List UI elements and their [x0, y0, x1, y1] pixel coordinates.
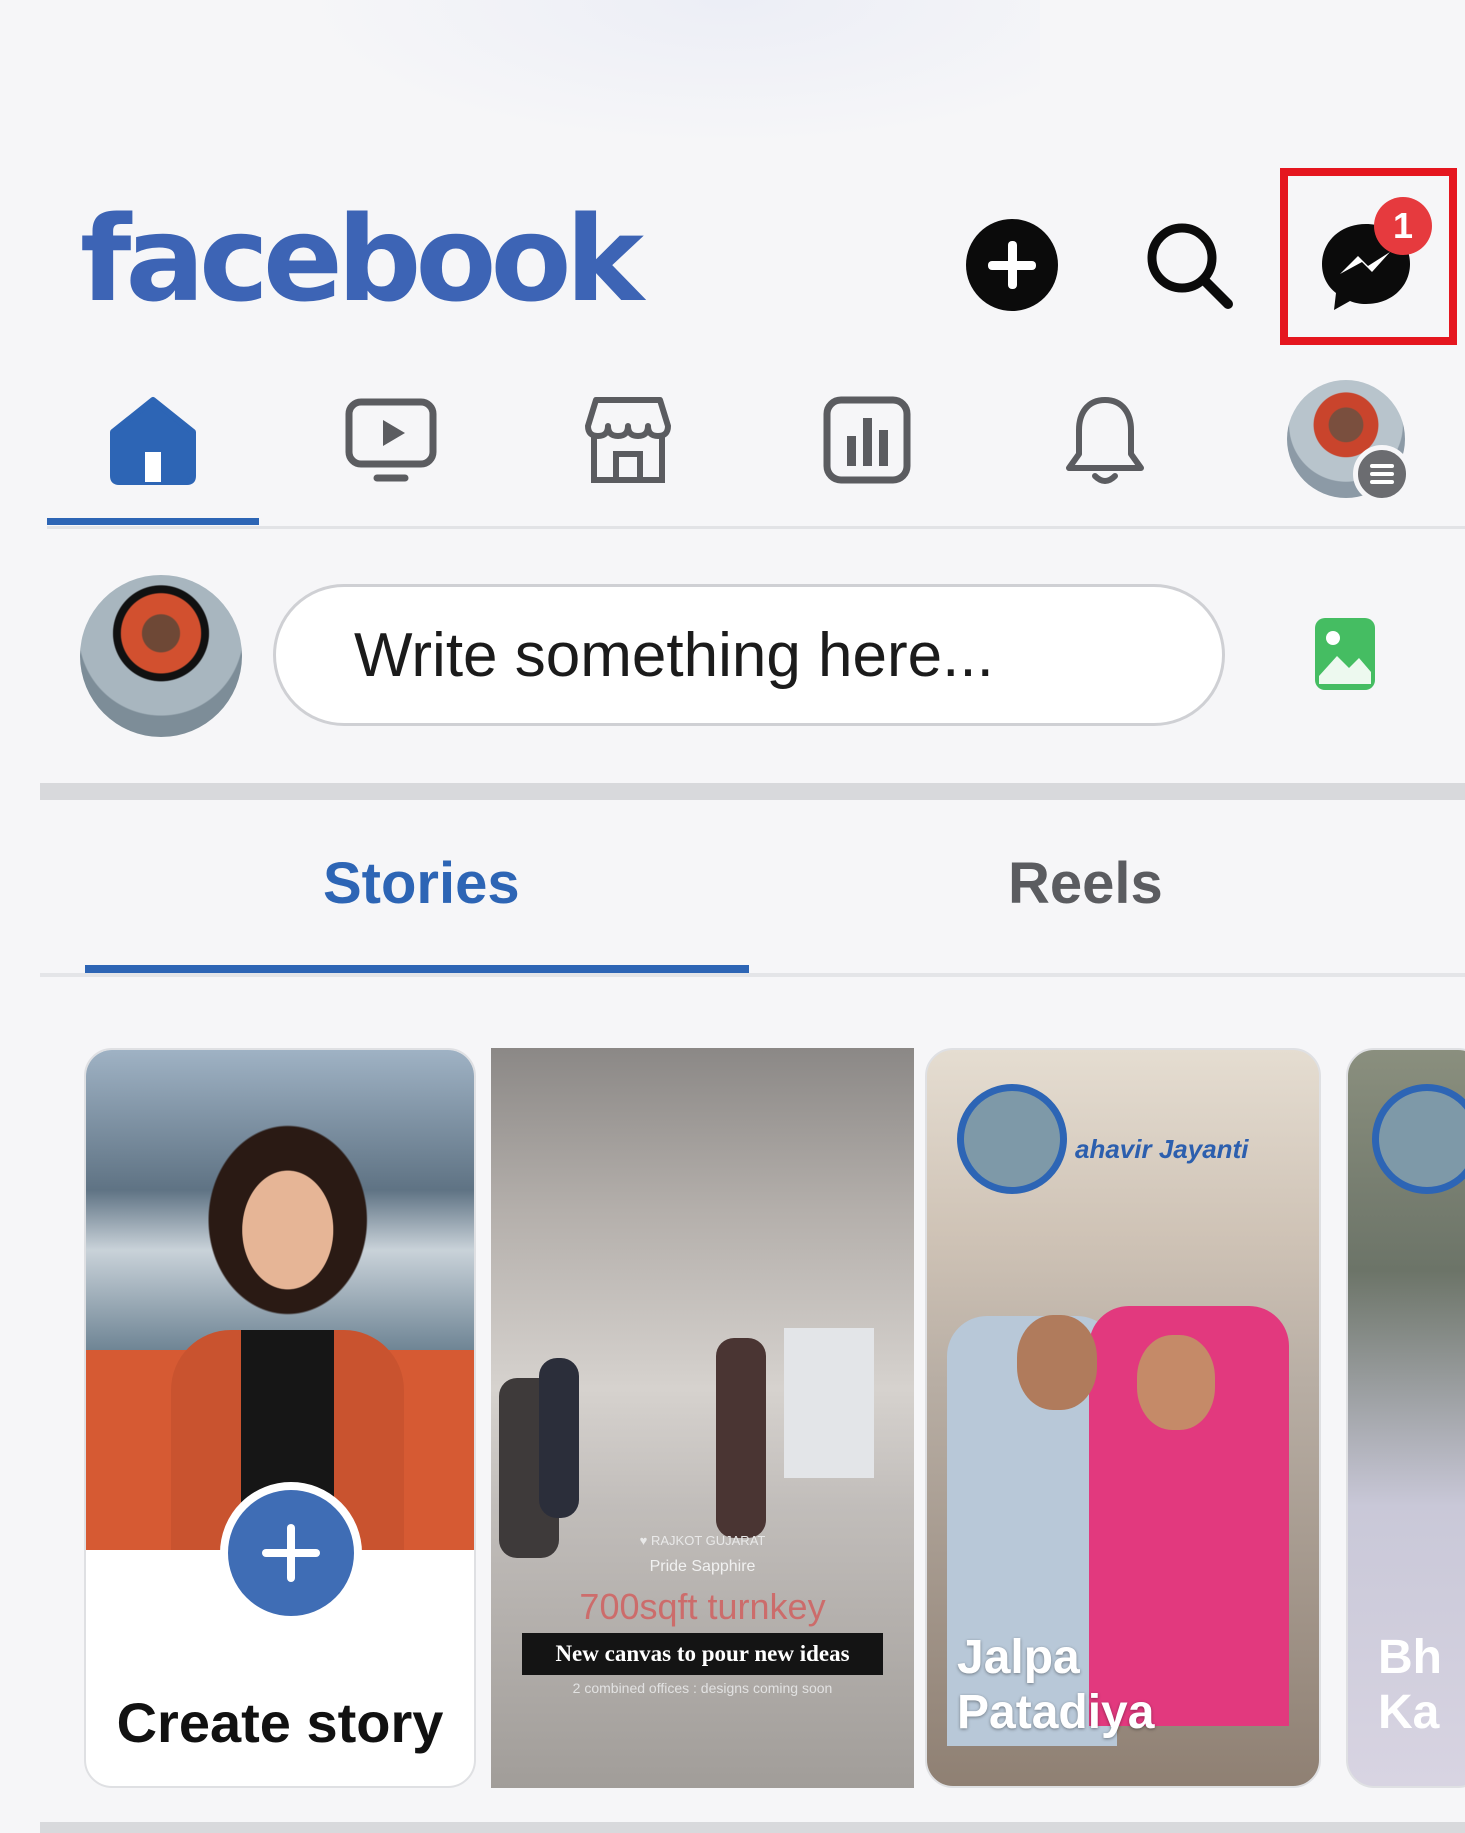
story-author-name: Bh Ka	[1378, 1630, 1442, 1740]
menu-icon[interactable]	[1353, 445, 1411, 503]
tab-reels[interactable]: Reels	[1008, 850, 1163, 917]
tab-stories[interactable]: Stories	[323, 850, 520, 917]
story-card[interactable]: ahavir Jayanti Jalpa Patadiya	[925, 1048, 1321, 1788]
add-photo-button[interactable]	[1313, 616, 1377, 692]
story-face	[1137, 1335, 1215, 1430]
home-icon	[110, 397, 196, 485]
story-figure	[539, 1358, 579, 1518]
section-divider	[40, 1822, 1465, 1833]
story-headline: 700sqft turnkey	[579, 1586, 826, 1627]
divider	[47, 526, 1465, 529]
create-story-card[interactable]: Create story	[84, 1048, 476, 1788]
facebook-logo[interactable]: facebook	[80, 200, 644, 318]
story-author-name-line: Patadiya	[957, 1686, 1155, 1740]
add-story-button[interactable]	[220, 1482, 362, 1624]
post-composer-input[interactable]: Write something here...	[273, 584, 1225, 726]
nav-video[interactable]	[331, 385, 451, 495]
story-author-avatar[interactable]	[1372, 1084, 1465, 1194]
feeds-icon	[823, 396, 911, 484]
story-author-name-line: Bh	[1378, 1631, 1442, 1684]
story-author-name: Jalpa Patadiya	[957, 1630, 1154, 1740]
story-location: ♥ RAJKOT GUJARAT	[639, 1533, 766, 1548]
section-divider	[40, 783, 1465, 800]
nav-home[interactable]	[93, 385, 213, 495]
photo-icon	[1315, 618, 1375, 690]
plus-icon	[262, 1524, 320, 1582]
nav-notifications[interactable]	[1045, 385, 1165, 495]
tab-active-indicator	[85, 965, 749, 973]
top-fade	[260, 0, 1040, 160]
story-author-name-line: Ka	[1378, 1686, 1440, 1740]
story-caption: New canvas to pour new ideas	[522, 1633, 883, 1675]
nav-active-indicator	[47, 518, 259, 525]
story-figure	[716, 1338, 766, 1538]
story-place-name: Pride Sapphire	[649, 1558, 756, 1575]
nav-marketplace[interactable]	[568, 385, 688, 495]
create-button[interactable]	[966, 219, 1058, 311]
story-face	[1017, 1315, 1097, 1410]
story-subcaption: 2 combined offices : designs coming soon	[572, 1680, 833, 1696]
marketplace-icon	[585, 397, 671, 483]
messenger-badge: 1	[1374, 197, 1432, 255]
search-icon	[1147, 223, 1233, 309]
story-tag: ahavir Jayanti	[1075, 1134, 1249, 1164]
composer-avatar[interactable]	[80, 575, 242, 737]
divider	[40, 973, 1465, 977]
search-button[interactable]	[1142, 218, 1236, 312]
nav-feeds[interactable]	[807, 385, 927, 495]
story-card[interactable]: Bh Ka	[1346, 1048, 1465, 1788]
bell-icon	[1066, 397, 1144, 484]
story-image-window	[784, 1328, 874, 1478]
plus-icon	[988, 241, 1036, 289]
story-author-name-line: Jalpa	[957, 1631, 1080, 1684]
story-card[interactable]: ♥ RAJKOT GUJARAT Pride Sapphire 700sqft …	[491, 1048, 914, 1788]
create-story-photo	[86, 1050, 474, 1550]
story-author-avatar[interactable]	[957, 1084, 1067, 1194]
create-story-label: Create story	[116, 1691, 444, 1754]
video-icon	[345, 398, 437, 482]
